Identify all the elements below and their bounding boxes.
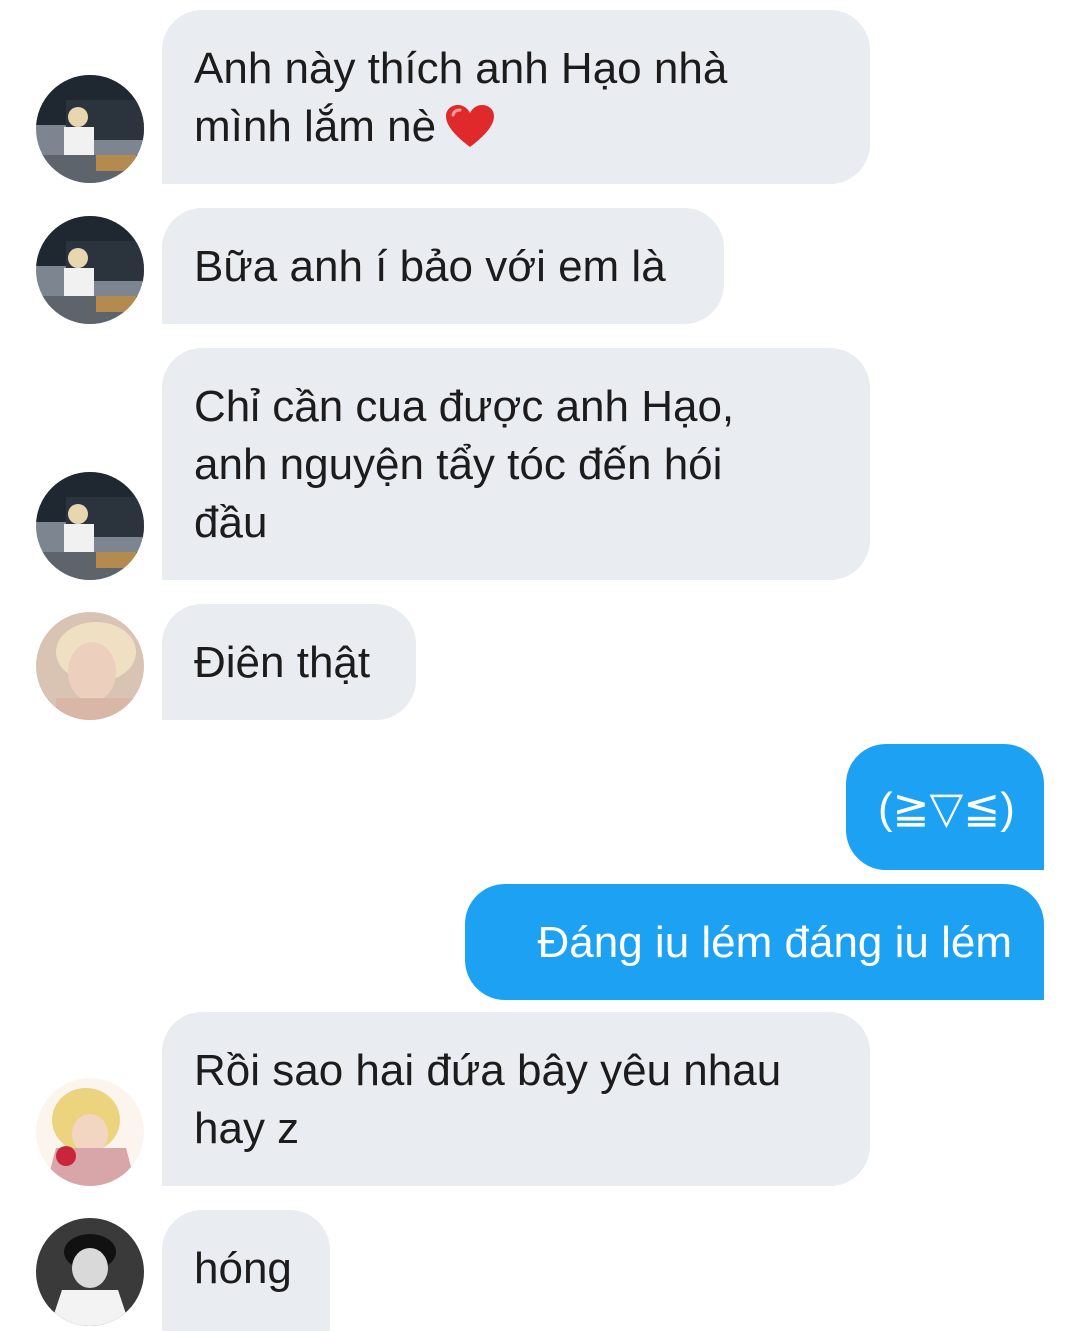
message-bubble-3[interactable]: Chỉ cần cua được anh Hạo, anh nguyện tẩy… — [162, 348, 870, 580]
message-bubble-1[interactable]: Anh này thích anh Hạo nhà mình lắm nè — [162, 10, 870, 184]
avatar[interactable] — [36, 216, 144, 324]
message-text: Rồi sao hai đứa bây yêu nhau hay z — [194, 1046, 782, 1153]
message-bubble-4[interactable]: Điên thật — [162, 604, 416, 720]
avatar[interactable] — [36, 612, 144, 720]
avatar[interactable] — [36, 472, 144, 580]
message-text: (≧▽≦) — [878, 784, 1015, 833]
message-bubble-7[interactable]: Rồi sao hai đứa bây yêu nhau hay z — [162, 1012, 870, 1186]
message-text: Chỉ cần cua được anh Hạo, anh nguyện tẩy… — [194, 382, 735, 547]
avatar[interactable] — [36, 1078, 144, 1186]
message-text: Điên thật — [194, 638, 371, 687]
message-bubble-6[interactable]: Đáng iu lém đáng iu lém — [465, 884, 1044, 1000]
message-text: hóng — [194, 1244, 292, 1293]
avatar[interactable] — [36, 1218, 144, 1326]
message-bubble-8[interactable]: hóng — [162, 1210, 330, 1331]
avatar[interactable] — [36, 75, 144, 183]
red-heart-icon — [446, 105, 495, 147]
message-bubble-2[interactable]: Bữa anh í bảo với em là — [162, 208, 724, 324]
message-bubble-5[interactable]: (≧▽≦) — [846, 744, 1044, 870]
message-text: Bữa anh í bảo với em là — [194, 242, 666, 291]
message-text: Đáng iu lém đáng iu lém — [537, 918, 1012, 967]
